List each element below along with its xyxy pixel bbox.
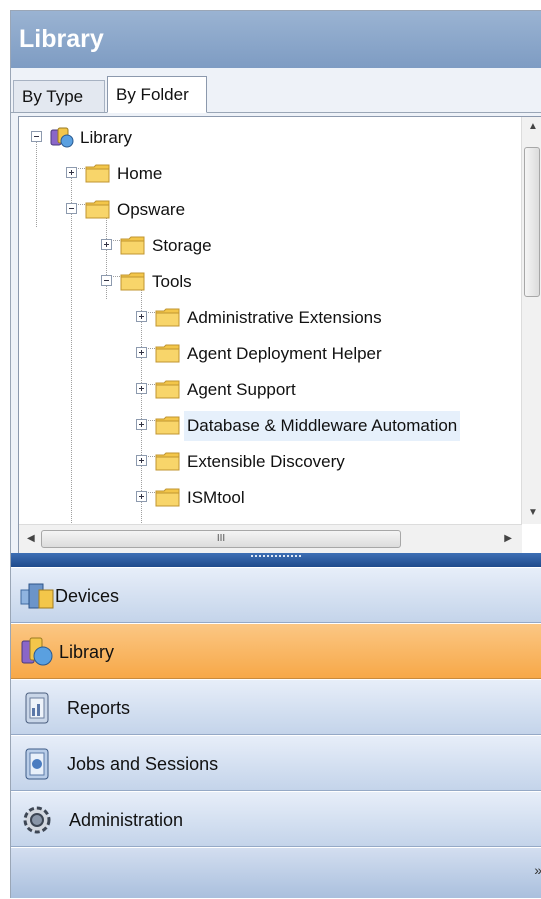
library-icon xyxy=(21,637,53,666)
tree-node-label: Database & Middleware Automation xyxy=(184,411,461,441)
tree-node-tools[interactable]: Tools xyxy=(19,267,319,297)
scroll-up-icon[interactable]: ▲ xyxy=(528,121,538,132)
collapse-icon[interactable] xyxy=(101,275,112,286)
tree-node-label: Extensible Discovery xyxy=(187,452,345,471)
nav-item-label: Reports xyxy=(67,698,131,718)
tree-node-agent-deployment-helper[interactable]: Agent Deployment Helper xyxy=(19,339,509,369)
tree-node-label: Agent Deployment Helper xyxy=(187,344,382,363)
tab-by-type[interactable]: By Type xyxy=(13,80,105,112)
tree-node-label: Library xyxy=(80,128,132,147)
nav-item-reports[interactable]: Reports xyxy=(11,679,541,735)
devices-icon xyxy=(20,583,54,609)
folder-icon xyxy=(155,488,180,507)
nav-item-label: Library xyxy=(59,642,115,662)
tab-strip: By Type By Folder xyxy=(11,68,541,113)
tree-node-home[interactable]: Home xyxy=(19,159,319,189)
expand-icon[interactable] xyxy=(136,383,147,394)
horizontal-scrollbar[interactable]: ◀ III ▶ xyxy=(19,524,522,554)
tree-node-ismtool[interactable]: ISMtool xyxy=(19,483,509,513)
nav-item-label: Jobs and Sessions xyxy=(67,754,219,774)
tree-node-extensible-discovery[interactable]: Extensible Discovery xyxy=(19,447,509,477)
tree-pane: Library Home Opsware Storage Tools Admin… xyxy=(11,113,541,555)
folder-icon xyxy=(85,164,110,183)
reports-icon xyxy=(25,692,49,724)
folder-icon xyxy=(85,200,110,219)
folder-icon xyxy=(155,380,180,399)
jobs-icon xyxy=(25,748,49,780)
tree-node-opsware[interactable]: Opsware xyxy=(19,195,319,225)
tab-by-folder[interactable]: By Folder xyxy=(107,76,207,113)
horizontal-scroll-thumb[interactable]: III xyxy=(41,530,401,548)
folder-icon xyxy=(120,272,145,291)
expand-icon[interactable] xyxy=(66,167,77,178)
tree-node-library[interactable]: Library xyxy=(19,123,319,153)
tree-node-label: ISMtool xyxy=(187,488,245,507)
collapse-icon[interactable] xyxy=(66,203,77,214)
nav-item-jobs-and-sessions[interactable]: Jobs and Sessions xyxy=(11,735,541,791)
nav-item-administration[interactable]: Administration xyxy=(11,791,541,847)
chevron-double-icon[interactable]: » xyxy=(534,862,541,878)
folder-icon xyxy=(120,236,145,255)
tree-node-label: Administrative Extensions xyxy=(187,308,382,327)
folder-icon xyxy=(155,452,180,471)
library-panel: Library By Type By Folder Library Home O… xyxy=(10,10,541,898)
tree-node-label: Opsware xyxy=(117,200,186,219)
scroll-down-icon[interactable]: ▼ xyxy=(528,507,538,518)
expand-icon[interactable] xyxy=(136,455,147,466)
nav-item-label: Administration xyxy=(69,810,184,830)
splitter-grip-icon[interactable] xyxy=(251,555,301,561)
folder-icon xyxy=(155,344,180,363)
administration-icon xyxy=(23,806,51,834)
tree-node-agent-support[interactable]: Agent Support xyxy=(19,375,509,405)
vertical-scrollbar[interactable]: ▲ ▼ xyxy=(521,117,541,524)
pane-splitter[interactable] xyxy=(11,553,541,567)
expand-icon[interactable] xyxy=(136,347,147,358)
expand-icon[interactable] xyxy=(136,491,147,502)
collapse-icon[interactable] xyxy=(31,131,42,142)
expand-icon[interactable] xyxy=(101,239,112,250)
tree-node-storage[interactable]: Storage xyxy=(19,231,319,261)
tree-node-label: Home xyxy=(117,164,163,183)
expand-icon[interactable] xyxy=(136,419,147,430)
nav-item-label: Devices xyxy=(55,586,120,606)
nav-item-devices[interactable]: Devices xyxy=(11,567,541,623)
nav-overflow-bar: » xyxy=(11,847,541,898)
vertical-scroll-thumb[interactable] xyxy=(524,147,540,297)
tree-node-administrative-extensions[interactable]: Administrative Extensions xyxy=(19,303,509,333)
tree-node-database-middleware-automation[interactable]: Database & Middleware Automation xyxy=(19,411,515,441)
scroll-right-icon[interactable]: ▶ xyxy=(504,533,512,544)
tree-node-label: Storage xyxy=(152,236,212,255)
folder-tree: Library Home Opsware Storage Tools Admin… xyxy=(18,116,541,555)
scroll-left-icon[interactable]: ◀ xyxy=(27,533,35,544)
tree-node-label: Tools xyxy=(152,272,192,291)
tree-node-label: Agent Support xyxy=(187,380,296,399)
nav-item-library[interactable]: Library xyxy=(11,623,541,679)
expand-icon[interactable] xyxy=(136,311,147,322)
panel-title: Library xyxy=(11,11,541,68)
folder-icon xyxy=(155,416,180,435)
library-icon xyxy=(50,127,74,148)
folder-icon xyxy=(155,308,180,327)
